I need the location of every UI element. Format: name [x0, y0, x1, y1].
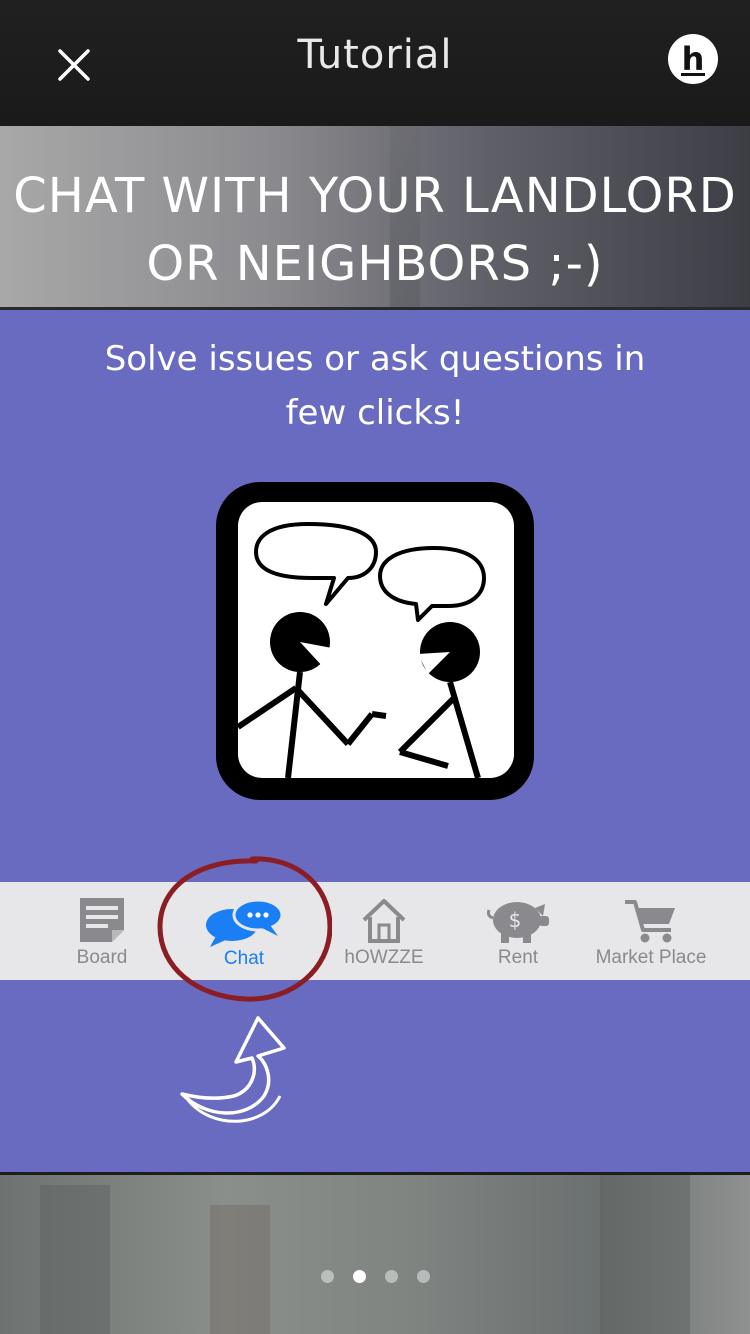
home-icon — [362, 899, 406, 943]
tab-board-label: Board — [76, 947, 128, 968]
nav-bar: Tutorial h — [0, 0, 750, 126]
tab-market-place[interactable]: Market Place — [585, 882, 717, 980]
people-chatting-icon — [216, 482, 534, 800]
board-icon — [80, 898, 124, 942]
page-dot-4[interactable] — [416, 1270, 430, 1283]
piggy-bank-icon: $ — [487, 902, 549, 943]
tab-bar: Board Chat hOWZZE $ Rent Market Place — [0, 882, 750, 980]
chat-bubbles-icon — [206, 898, 284, 947]
tab-rent-label: Rent — [497, 947, 539, 968]
header-banner: CHAT WITH YOUR LANDLORD OR NEIGHBORS ;-) — [0, 126, 750, 309]
banner-title-line1: CHAT WITH YOUR LANDLORD — [13, 168, 737, 224]
page-dot-2[interactable] — [352, 1270, 366, 1283]
logo-icon: h — [668, 34, 718, 84]
tab-chat-label: Chat — [223, 948, 265, 969]
page-title: Tutorial — [297, 32, 453, 78]
shopping-cart-icon — [625, 900, 675, 943]
tab-chat[interactable]: Chat — [194, 882, 294, 980]
subtitle: Solve issues or ask questions in few cli… — [60, 332, 690, 440]
subtitle-line2: few clicks! — [285, 393, 465, 433]
logo-letter: h — [682, 40, 705, 78]
tab-rent[interactable]: $ Rent — [468, 882, 568, 980]
page-dot-1[interactable] — [320, 1270, 334, 1283]
tab-howzze[interactable]: hOWZZE — [334, 882, 434, 980]
logo-button[interactable]: h — [667, 33, 719, 85]
tab-market-place-label: Market Place — [595, 947, 707, 968]
background-image — [0, 1175, 750, 1334]
tab-howzze-label: hOWZZE — [344, 947, 424, 968]
banner-title-line2: OR NEIGHBORS ;-) — [146, 236, 604, 292]
tab-board[interactable]: Board — [52, 882, 152, 980]
banner-title: CHAT WITH YOUR LANDLORD OR NEIGHBORS ;-) — [0, 162, 750, 298]
page-dot-3[interactable] — [384, 1270, 398, 1283]
pointer-arrow-icon — [180, 1016, 286, 1123]
tutorial-panel: Solve issues or ask questions in few cli… — [0, 310, 750, 1174]
page-indicator — [0, 1270, 750, 1283]
background-building — [600, 1175, 690, 1334]
svg-text:$: $ — [509, 908, 522, 932]
subtitle-line1: Solve issues or ask questions in — [104, 339, 646, 379]
background-building — [40, 1185, 110, 1334]
